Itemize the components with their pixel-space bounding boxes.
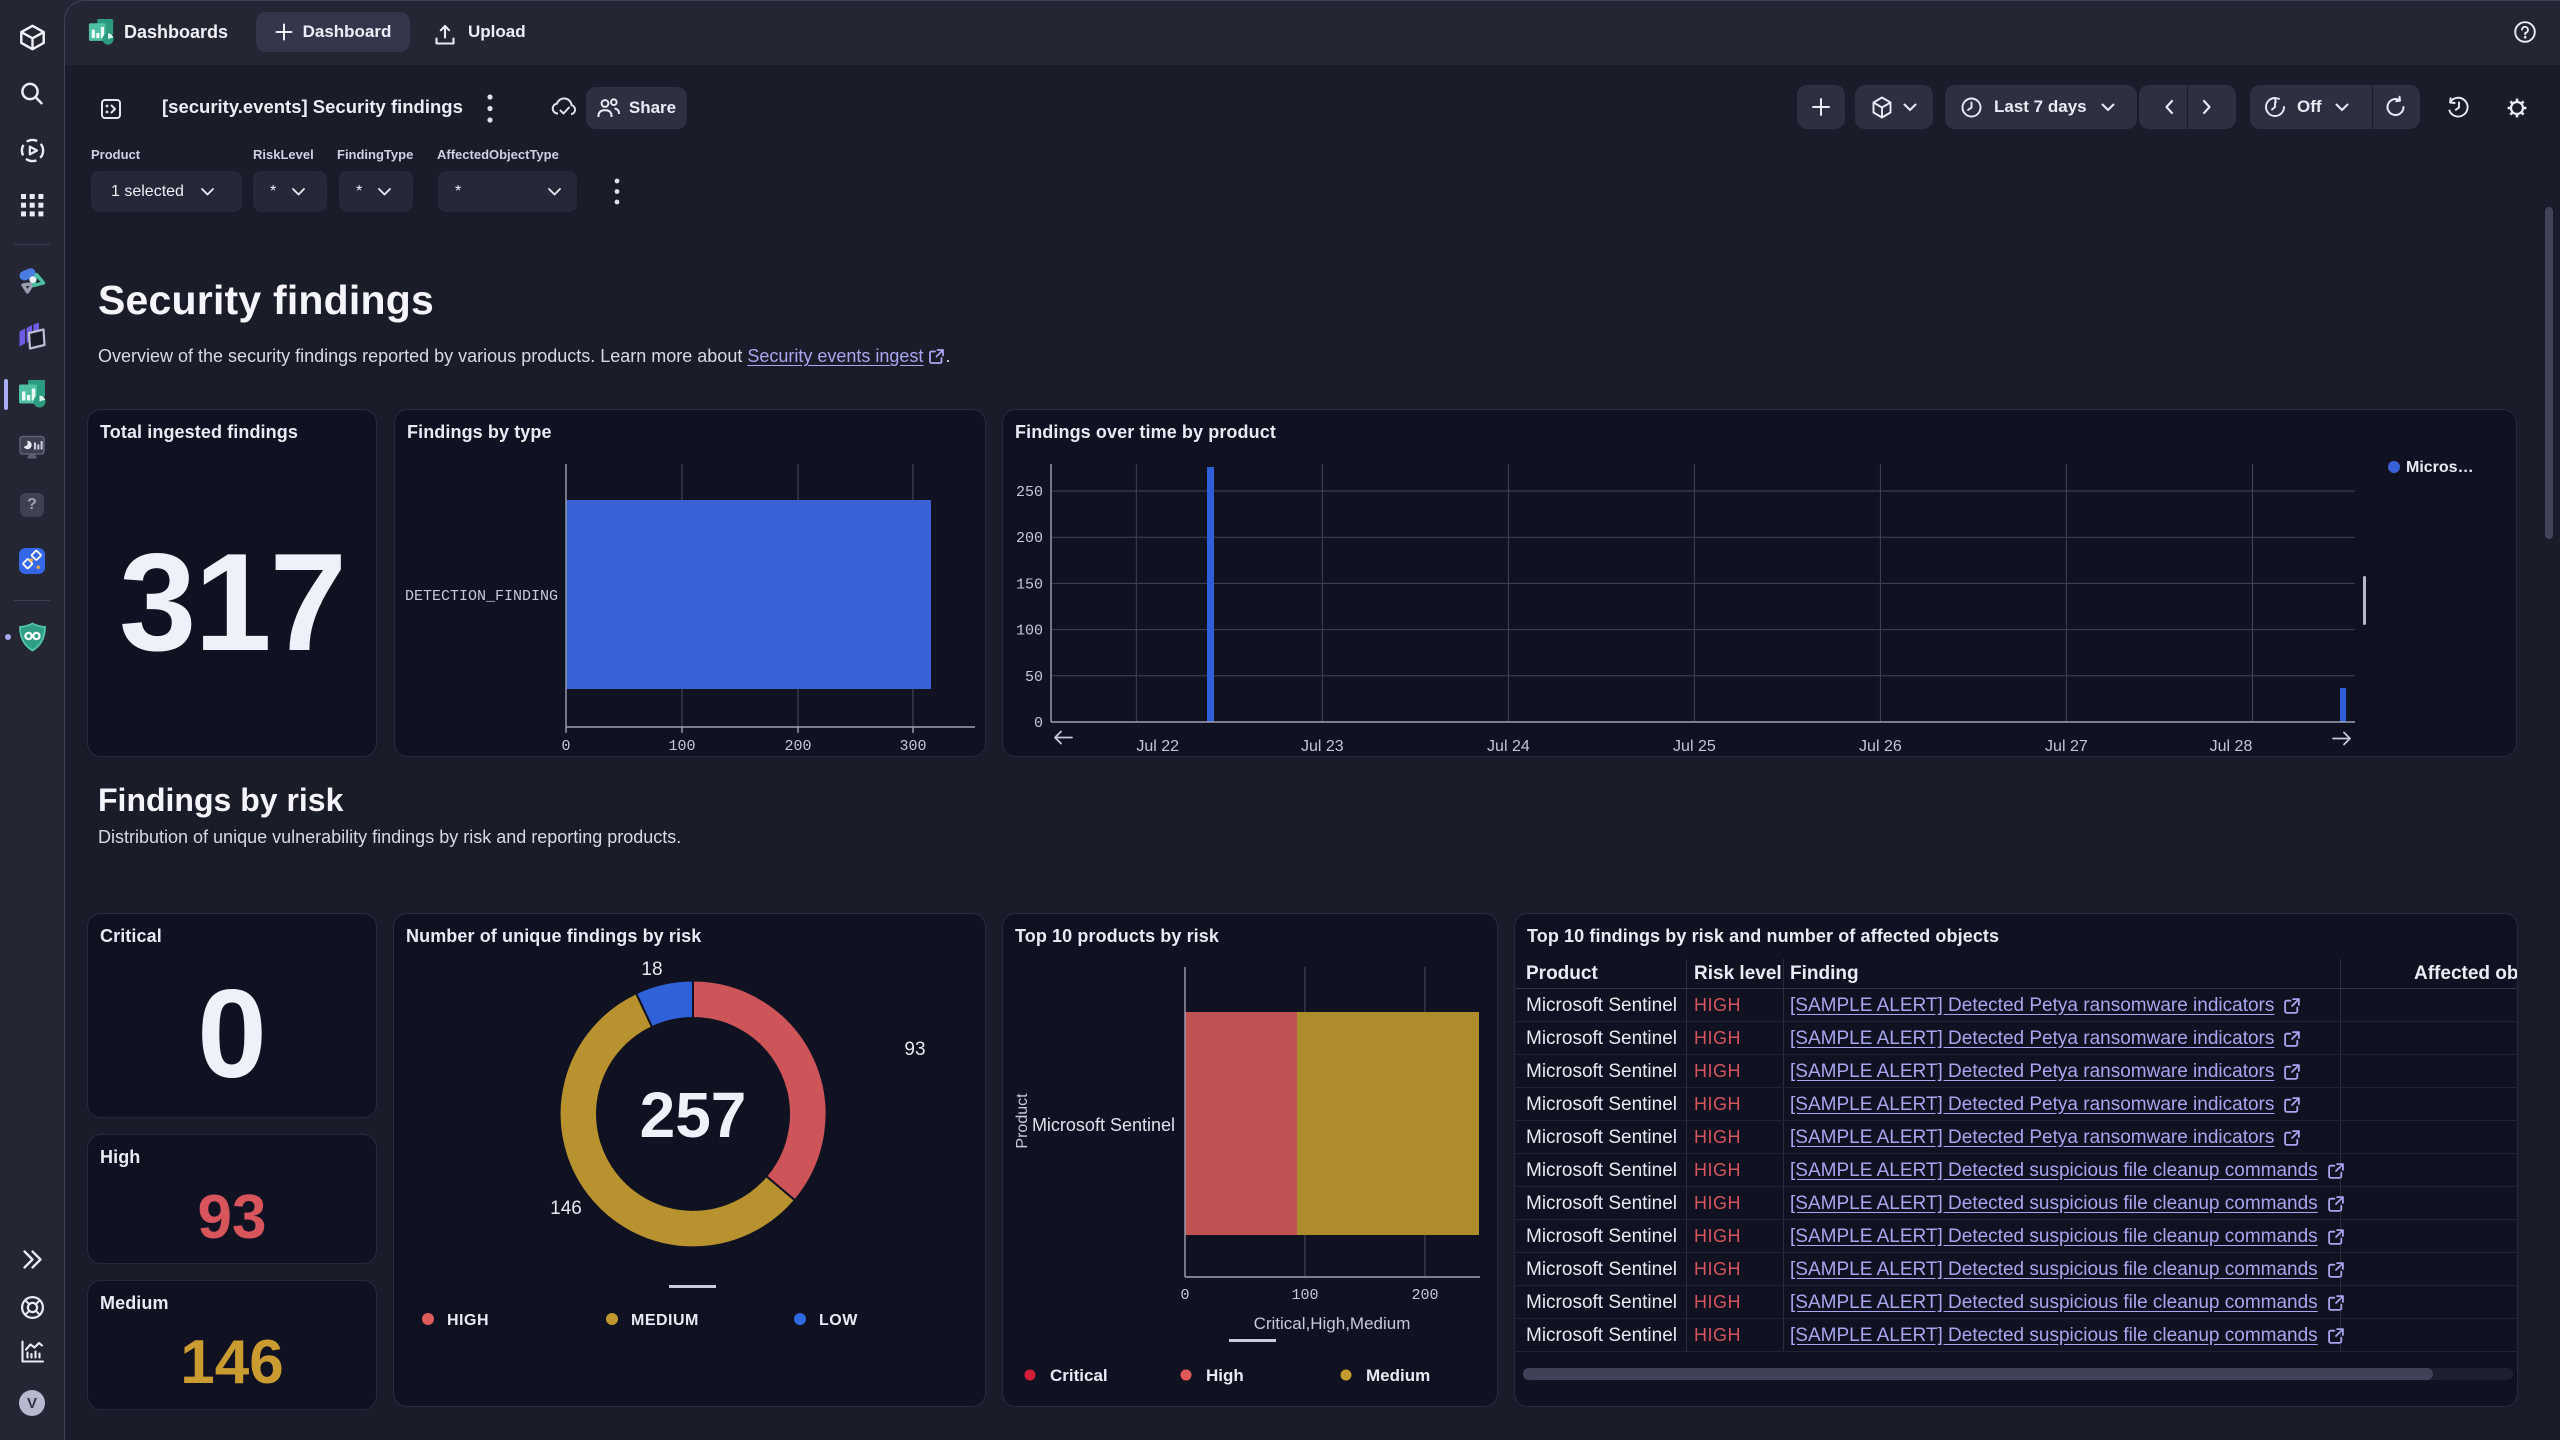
svg-text:Jul 27: Jul 27 <box>2045 738 2088 755</box>
svg-text:Jul 26: Jul 26 <box>1859 738 1902 755</box>
svg-text:100: 100 <box>1291 1287 1318 1304</box>
svg-text:100: 100 <box>1016 623 1043 640</box>
svg-text:0: 0 <box>561 738 570 755</box>
svg-text:DETECTION_FINDING: DETECTION_FINDING <box>405 588 558 605</box>
svg-text:200: 200 <box>784 738 811 755</box>
svg-text:50: 50 <box>1025 669 1043 686</box>
svg-text:Jul 22: Jul 22 <box>1136 738 1179 755</box>
svg-text:Product: Product <box>1014 1093 1031 1149</box>
svg-text:0: 0 <box>1034 715 1043 732</box>
svg-text:250: 250 <box>1016 484 1043 501</box>
svg-text:Medium: Medium <box>1366 1366 1430 1385</box>
svg-text:18: 18 <box>641 959 662 980</box>
svg-text:Jul 28: Jul 28 <box>2210 738 2253 755</box>
svg-text:Micros…: Micros… <box>2406 459 2474 476</box>
svg-text:0: 0 <box>1180 1287 1189 1304</box>
svg-text:Jul 24: Jul 24 <box>1487 738 1530 755</box>
svg-text:LOW: LOW <box>819 1312 858 1329</box>
svg-text:Microsoft Sentinel: Microsoft Sentinel <box>1032 1115 1175 1135</box>
svg-text:High: High <box>1206 1366 1244 1385</box>
svg-text:150: 150 <box>1016 576 1043 593</box>
svg-text:Jul 25: Jul 25 <box>1673 738 1716 755</box>
svg-text:Critical: Critical <box>1050 1366 1108 1385</box>
svg-text:300: 300 <box>899 738 926 755</box>
svg-text:Jul 23: Jul 23 <box>1301 738 1344 755</box>
svg-text:MEDIUM: MEDIUM <box>631 1312 699 1329</box>
svg-text:146: 146 <box>550 1198 582 1219</box>
svg-text:200: 200 <box>1016 530 1043 547</box>
svg-text:HIGH: HIGH <box>447 1312 489 1329</box>
svg-text:93: 93 <box>904 1039 925 1060</box>
svg-text:100: 100 <box>668 738 695 755</box>
svg-text:257: 257 <box>640 1079 747 1151</box>
svg-text:Critical,High,Medium: Critical,High,Medium <box>1254 1314 1411 1333</box>
svg-text:200: 200 <box>1411 1287 1438 1304</box>
